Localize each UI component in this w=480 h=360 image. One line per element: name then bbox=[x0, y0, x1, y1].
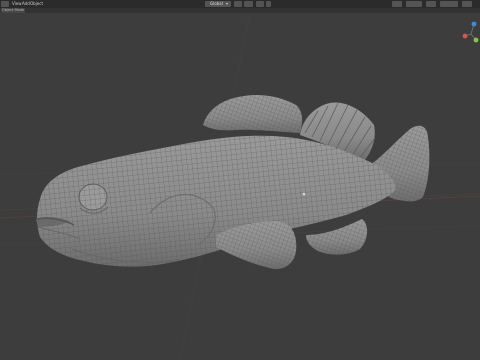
z-axis-handle[interactable] bbox=[471, 21, 477, 27]
visibility-button[interactable] bbox=[392, 1, 402, 7]
xray-button[interactable] bbox=[426, 1, 436, 7]
orientation-label: Global bbox=[210, 1, 223, 6]
transform-orientation-dropdown[interactable]: Global ▾ bbox=[205, 1, 231, 7]
snap-toggle-button[interactable] bbox=[234, 1, 242, 7]
viewport-header: View Add Object Global ▾ bbox=[0, 0, 480, 8]
proportional-edit-button[interactable] bbox=[256, 1, 264, 7]
snap-options-button[interactable] bbox=[244, 1, 253, 7]
proportional-falloff-button[interactable] bbox=[266, 1, 271, 7]
object-origin bbox=[302, 192, 306, 196]
x-axis-handle[interactable] bbox=[462, 33, 468, 39]
menu-add[interactable]: Add bbox=[22, 0, 30, 8]
chevron-down-icon: ▾ bbox=[226, 1, 229, 6]
3d-viewport[interactable] bbox=[0, 13, 480, 360]
menu-object[interactable]: Object bbox=[30, 0, 43, 8]
shading-options-button[interactable] bbox=[462, 1, 472, 7]
blender-window: View Add Object Global ▾ Object Mode bbox=[0, 0, 480, 360]
overlays-button[interactable] bbox=[406, 1, 422, 7]
shading-mode-buttons[interactable] bbox=[440, 1, 458, 7]
fish-eye-wire bbox=[79, 184, 107, 210]
y-axis-handle[interactable] bbox=[473, 37, 479, 43]
menu-view[interactable]: View bbox=[12, 0, 22, 8]
editor-type-button[interactable] bbox=[1, 1, 9, 7]
navigation-gizmo[interactable] bbox=[462, 20, 480, 46]
